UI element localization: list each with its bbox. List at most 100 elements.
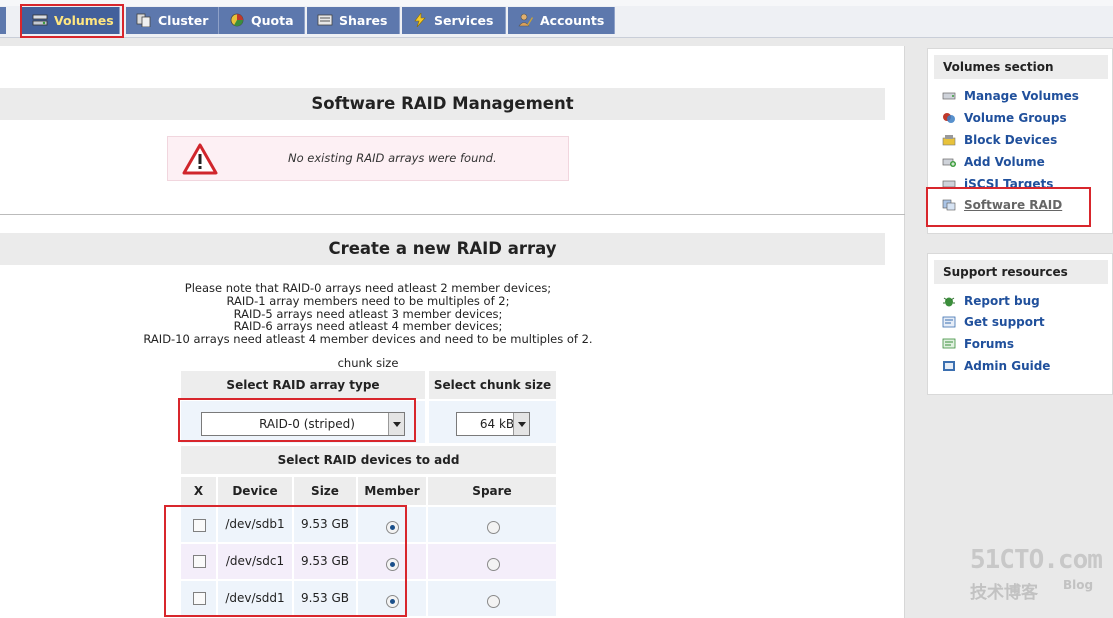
column-header-x: X [180, 476, 217, 506]
tab-shares[interactable]: Shares [307, 7, 400, 34]
note-line: RAID-1 array members need to be multiple… [226, 293, 510, 308]
sidebar-item-label: Software RAID [964, 198, 1063, 212]
services-icon [414, 13, 426, 27]
size-cell: 9.53 GB [293, 543, 357, 580]
tab-quota[interactable]: Quota [219, 7, 305, 34]
member-radio[interactable] [386, 595, 399, 608]
chevron-down-icon[interactable] [513, 413, 529, 435]
select-device-checkbox[interactable] [193, 592, 206, 605]
sidebar-item-label: Volume Groups [964, 111, 1067, 125]
column-header-member: Member [357, 476, 427, 506]
sidebar-item-iscsi-targets[interactable]: iSCSI Targets [942, 176, 1053, 187]
block-devices-icon [942, 135, 956, 146]
shares-icon [317, 14, 333, 26]
sidebar-item-forums[interactable]: Forums [942, 336, 1014, 352]
software-raid-icon [942, 199, 956, 211]
forums-icon [942, 338, 956, 349]
size-cell: 9.53 GB [293, 580, 357, 617]
spare-cell [427, 506, 557, 543]
select-device-checkbox[interactable] [193, 519, 206, 532]
tab-services[interactable]: Services [402, 7, 506, 34]
watermark-logo-text: 51CTO.com [970, 545, 1103, 575]
tab-cluster[interactable]: Cluster [126, 7, 219, 34]
drive-icon [942, 92, 956, 100]
tab-label: Services [434, 13, 494, 28]
volumes-icon [32, 14, 48, 26]
sidebar-item-label: Report bug [964, 294, 1040, 308]
support-resources-box: Support resources Report bug Get support… [927, 253, 1113, 395]
warning-icon [182, 143, 218, 175]
spare-cell [427, 580, 557, 617]
bug-icon [943, 297, 955, 307]
device-cell: /dev/sdd1 [217, 580, 293, 617]
sidebar-item-volume-groups[interactable]: Volume Groups [942, 110, 1067, 126]
tab-volumes[interactable]: Volumes [22, 7, 120, 34]
member-cell [357, 543, 427, 580]
top-nav: Volumes Cluster Quota Shares Services Ac… [0, 0, 1113, 38]
sidebar-item-label: iSCSI Targets [964, 177, 1054, 187]
device-cell: /dev/sdb1 [217, 506, 293, 543]
tab-label: Quota [251, 13, 294, 28]
book-icon [943, 361, 955, 371]
section-divider [0, 214, 905, 215]
table-row [180, 580, 217, 617]
chevron-down-icon[interactable] [388, 413, 404, 435]
watermark-blog: Blog [1063, 578, 1094, 592]
sidebar-item-add-volume[interactable]: Add Volume [942, 154, 1045, 170]
chunk-size-cell: 64 kB [428, 400, 557, 444]
volumes-section-box: Volumes section Manage Volumes Volume Gr… [927, 48, 1113, 234]
quota-icon [230, 13, 244, 27]
sidebar-item-label: Block Devices [964, 133, 1058, 147]
note-line: Please note that RAID-0 arrays need atle… [184, 281, 552, 295]
raid-type-select[interactable]: RAID-0 (striped) [201, 412, 405, 436]
support-resources-title: Support resources [934, 260, 1108, 284]
sidebar-item-admin-guide[interactable]: Admin Guide [942, 358, 1050, 374]
iscsi-icon [942, 180, 956, 187]
device-cell: /dev/sdc1 [217, 543, 293, 580]
main-panel: Software RAID Management No existing RAI… [0, 46, 905, 618]
sidebar-item-report-bug[interactable]: Report bug [942, 293, 1040, 309]
create-raid-heading: Create a new RAID array [0, 233, 885, 265]
chunk-size-select[interactable]: 64 kB [456, 412, 530, 436]
accounts-icon [518, 13, 533, 27]
spare-radio[interactable] [487, 595, 500, 608]
tab-label: Volumes [54, 13, 114, 28]
tab-label: Accounts [540, 13, 605, 28]
column-header-device: Device [217, 476, 293, 506]
volume-groups-icon [943, 113, 955, 123]
site-watermark: 51CTO.com 技术博客 Blog [968, 545, 1113, 605]
spare-radio[interactable] [487, 558, 500, 571]
spare-cell [427, 543, 557, 580]
member-radio[interactable] [386, 558, 399, 571]
member-radio[interactable] [386, 521, 399, 534]
support-icon [942, 316, 956, 328]
sidebar-item-label: Admin Guide [964, 359, 1051, 373]
chunk-size-caption: chunk size [337, 356, 399, 370]
chunk-size-header: Select chunk size [428, 370, 557, 400]
sidebar-item-block-devices[interactable]: Block Devices [942, 132, 1057, 148]
table-row [180, 543, 217, 580]
raid-type-value: RAID-0 (striped) [259, 417, 355, 431]
tab-label: Cluster [158, 13, 209, 28]
tab-previous-edge[interactable] [0, 7, 6, 34]
member-cell [357, 580, 427, 617]
watermark-subtext: 技术博客 [970, 583, 1038, 603]
size-cell: 9.53 GB [293, 506, 357, 543]
sidebar-item-label: Add Volume [964, 155, 1045, 169]
raid-management-heading: Software RAID Management [0, 88, 885, 120]
select-device-checkbox[interactable] [193, 555, 206, 568]
table-row [180, 506, 217, 543]
column-header-size: Size [293, 476, 357, 506]
sidebar-item-manage-volumes[interactable]: Manage Volumes [942, 88, 1079, 104]
tab-label: Shares [339, 13, 388, 28]
member-cell [357, 506, 427, 543]
spare-radio[interactable] [487, 521, 500, 534]
raid-type-header: Select RAID array type [180, 370, 426, 400]
tab-accounts[interactable]: Accounts [508, 7, 615, 34]
sidebar-item-get-support[interactable]: Get support [942, 314, 1045, 330]
add-volume-icon [942, 158, 956, 167]
sidebar-item-label: Manage Volumes [964, 89, 1079, 103]
no-raid-alert: No existing RAID arrays were found. [167, 136, 569, 181]
note-line: RAID-10 arrays need atleast 4 member dev… [143, 332, 593, 347]
sidebar-item-software-raid[interactable]: Software RAID [942, 197, 1062, 213]
